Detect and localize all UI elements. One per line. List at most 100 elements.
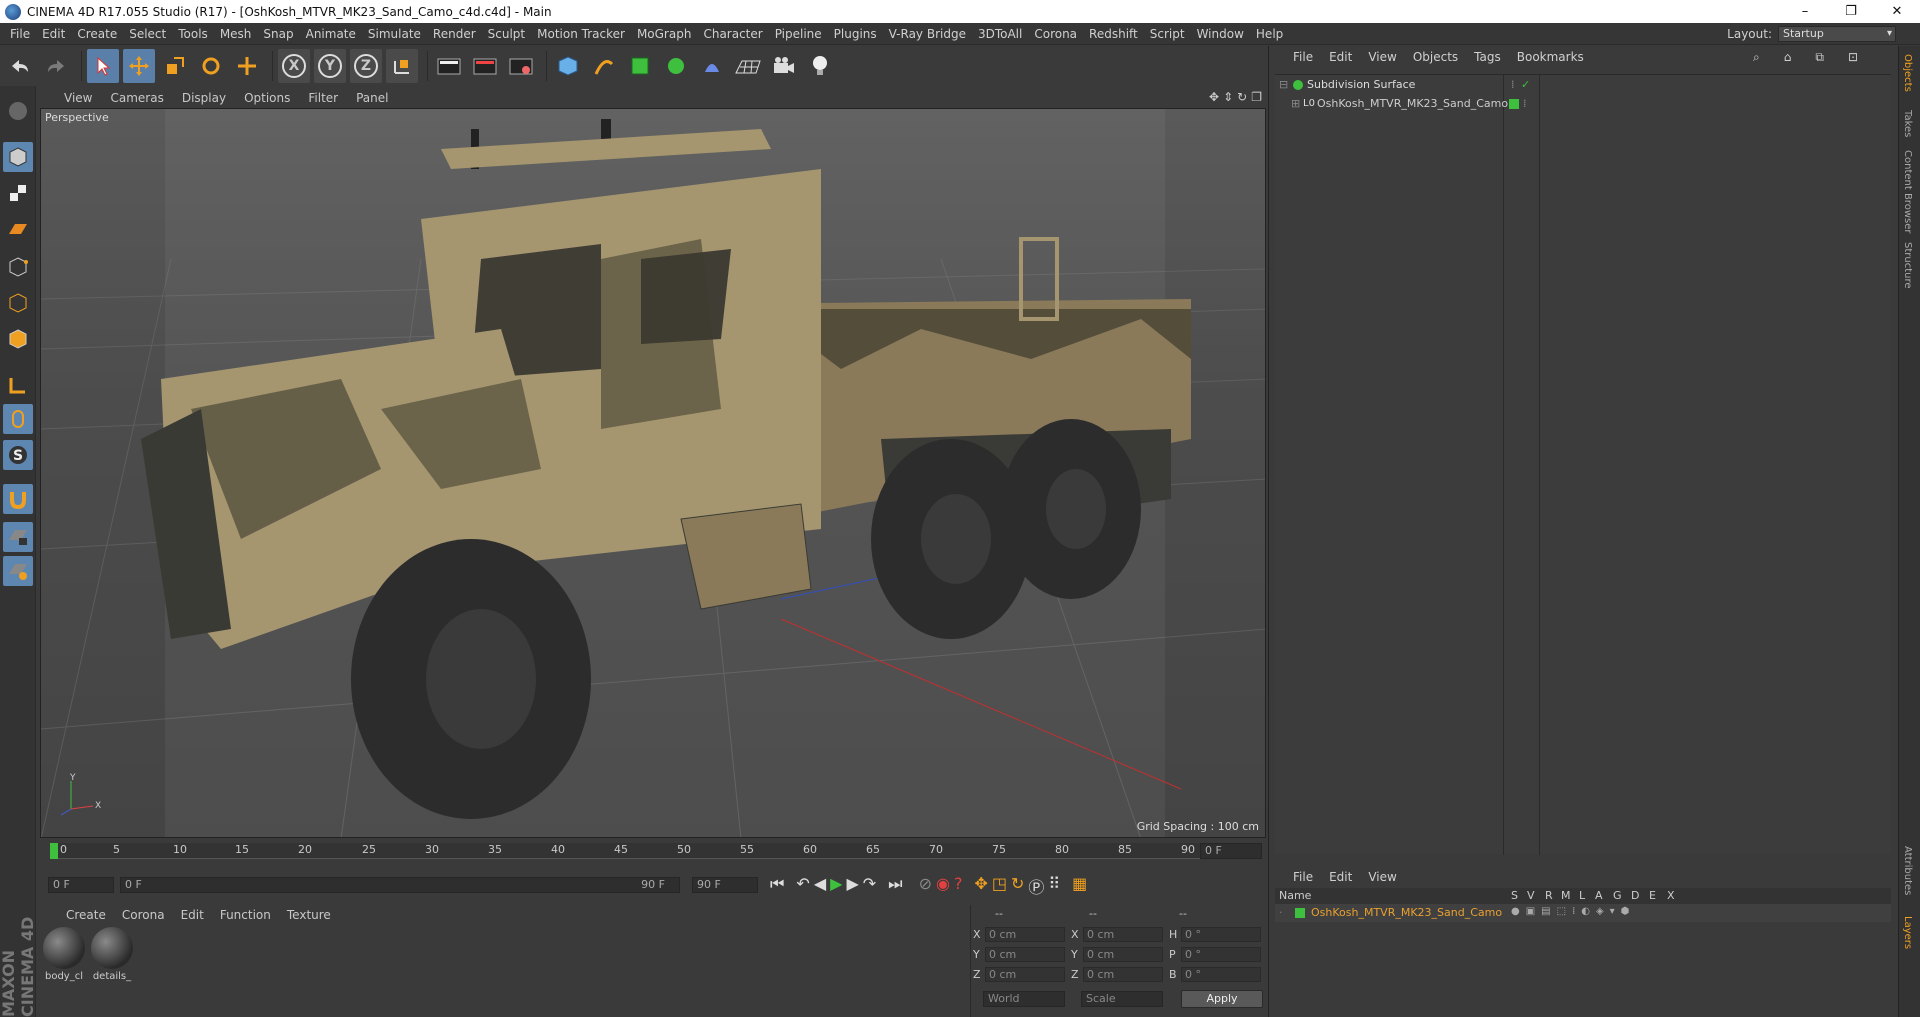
undo-icon[interactable] — [4, 49, 36, 83]
menu-corona[interactable]: Corona — [1028, 23, 1083, 45]
material-menu-edit[interactable]: Edit — [181, 908, 204, 922]
layer-col-expressions[interactable]: E — [1649, 889, 1656, 902]
layer-flags-icons[interactable]: ●▣▤⬚⁞◐◈▾⬢ — [1511, 906, 1635, 917]
visibility-toggle-icon[interactable]: ⁞ — [1511, 76, 1515, 94]
menu-window[interactable]: Window — [1191, 23, 1250, 45]
size-y-field[interactable]: 0 cm — [1083, 946, 1163, 962]
menu-create[interactable]: Create — [71, 23, 123, 45]
z-axis-lock-icon[interactable]: Z — [350, 49, 382, 83]
timeline-frame-field[interactable]: 0 F — [1200, 843, 1262, 859]
tab-structure[interactable]: Structure — [1902, 242, 1913, 289]
tweak-mode-icon[interactable] — [3, 404, 33, 434]
om-menu-file[interactable]: File — [1293, 50, 1313, 64]
lm-menu-view[interactable]: View — [1368, 870, 1396, 884]
menu-vray-bridge[interactable]: V-Ray Bridge — [883, 23, 972, 45]
layout-dropdown[interactable]: Startup — [1778, 26, 1896, 42]
home-icon[interactable]: ⌂ — [1784, 50, 1792, 65]
max-frame-field[interactable]: 90 F — [692, 877, 758, 893]
magnet-icon[interactable] — [3, 484, 33, 514]
viewport-menu-filter[interactable]: Filter — [308, 91, 338, 105]
cube-primitive-icon[interactable] — [552, 49, 584, 83]
menu-mesh[interactable]: Mesh — [214, 23, 258, 45]
minimize-button[interactable]: – — [1782, 0, 1828, 23]
om-menu-edit[interactable]: Edit — [1329, 50, 1352, 64]
menu-snap[interactable]: Snap — [257, 23, 299, 45]
material-menu-function[interactable]: Function — [220, 908, 271, 922]
restore-button[interactable]: ❐ — [1828, 0, 1874, 23]
perspective-viewport[interactable]: Y X Perspective Grid Spacing : 100 cm — [40, 108, 1266, 838]
live-selection-icon[interactable] — [87, 49, 119, 83]
apply-button[interactable]: Apply — [1181, 990, 1263, 1008]
coord-size-mode-dropdown[interactable]: Scale — [1081, 991, 1163, 1007]
material-swatch[interactable]: body_cl — [42, 927, 86, 982]
floor-icon[interactable] — [732, 49, 764, 83]
next-frame-icon[interactable]: ▶ — [846, 874, 858, 898]
om-menu-objects[interactable]: Objects — [1413, 50, 1458, 64]
material-swatch[interactable]: details_ — [90, 927, 134, 982]
render-view-icon[interactable] — [433, 49, 465, 83]
current-frame-field[interactable]: 0 F — [48, 877, 114, 893]
previous-frame-icon[interactable]: ◀ — [814, 874, 826, 898]
size-x-field[interactable]: 0 cm — [1083, 926, 1163, 942]
render-settings-icon[interactable] — [505, 49, 537, 83]
layer-name[interactable]: OshKosh_MTVR_MK23_Sand_Camo — [1311, 906, 1502, 919]
previous-key-icon[interactable]: ↶ — [796, 874, 809, 898]
timeline-ruler[interactable]: 0 5 10 15 20 25 30 35 40 45 50 55 60 65 … — [40, 840, 1266, 862]
light-icon[interactable] — [804, 49, 836, 83]
menu-script[interactable]: Script — [1144, 23, 1191, 45]
autokeying-icon[interactable]: ◉ — [936, 874, 950, 898]
menu-animate[interactable]: Animate — [300, 23, 362, 45]
scale-icon[interactable] — [159, 49, 191, 83]
position-z-field[interactable]: 0 cm — [985, 966, 1065, 982]
point-level-key-icon[interactable]: ⠿ — [1048, 874, 1060, 898]
layer-col-generators[interactable]: G — [1613, 889, 1622, 902]
viewport-menu-options[interactable]: Options — [244, 91, 290, 105]
material-menu-corona[interactable]: Corona — [122, 908, 165, 922]
coord-space-dropdown[interactable]: World — [983, 991, 1065, 1007]
layer-col-solo[interactable]: S — [1511, 889, 1518, 902]
layer-row[interactable]: · OshKosh_MTVR_MK23_Sand_Camo ●▣▤⬚⁞◐◈▾⬢ — [1275, 904, 1891, 922]
tab-layers[interactable]: Layers — [1902, 916, 1913, 949]
model-mode-icon[interactable] — [3, 142, 33, 172]
new-view-icon[interactable]: ⧉ — [1815, 50, 1824, 65]
coordinate-system-icon[interactable] — [386, 49, 418, 83]
layer-col-render[interactable]: R — [1545, 889, 1553, 902]
rotation-key-icon[interactable]: ↻ — [1011, 874, 1024, 898]
menu-3dtoall[interactable]: 3DToAll — [972, 23, 1028, 45]
x-axis-lock-icon[interactable]: X — [278, 49, 310, 83]
camera-icon[interactable] — [768, 49, 800, 83]
object-row[interactable]: ⊞ L0 OshKosh_MTVR_MK23_Sand_Camo ⁞ — [1275, 95, 1891, 113]
layer-col-manager[interactable]: M — [1561, 889, 1571, 902]
layer-color-swatch[interactable] — [1509, 99, 1519, 109]
viewport-menu-panel[interactable]: Panel — [356, 91, 388, 105]
frame-range-slider[interactable]: 0 F 90 F — [120, 877, 680, 893]
menu-plugins[interactable]: Plugins — [828, 23, 883, 45]
material-menu-texture[interactable]: Texture — [287, 908, 331, 922]
workplane-icon[interactable] — [3, 214, 33, 244]
position-y-field[interactable]: 0 cm — [985, 946, 1065, 962]
lm-menu-edit[interactable]: Edit — [1329, 870, 1352, 884]
edges-mode-icon[interactable] — [3, 288, 33, 318]
record-keys-icon[interactable]: ⊘ — [919, 874, 932, 898]
viewport-maximize-icon[interactable]: ❐ — [1251, 90, 1262, 104]
menu-edit[interactable]: Edit — [36, 23, 71, 45]
make-editable-icon[interactable] — [3, 96, 33, 126]
menu-character[interactable]: Character — [697, 23, 768, 45]
polygons-mode-icon[interactable] — [3, 324, 33, 354]
viewport-rotate-icon[interactable]: ↻ — [1237, 90, 1247, 104]
scale-key-icon[interactable]: ◳ — [992, 874, 1007, 898]
visibility-toggle-icon[interactable]: ⁞ — [1523, 95, 1527, 113]
viewport-menu-view[interactable]: View — [64, 91, 92, 105]
parameter-key-icon[interactable]: Ⓟ — [1028, 874, 1044, 898]
layer-color-swatch[interactable] — [1295, 908, 1305, 918]
layer-col-xref[interactable]: X — [1667, 889, 1675, 902]
tab-objects[interactable]: Objects — [1902, 54, 1913, 92]
object-row[interactable]: ⊟ Subdivision Surface ⁞ ✓ — [1275, 76, 1891, 94]
material-menu-create[interactable]: Create — [66, 908, 106, 922]
keyframe-selection-icon[interactable]: ? — [954, 874, 963, 898]
y-axis-lock-icon[interactable]: Y — [314, 49, 346, 83]
redo-icon[interactable] — [40, 49, 72, 83]
timeline-window-icon[interactable]: ▦ — [1072, 874, 1087, 898]
enabled-check-icon[interactable]: ✓ — [1521, 76, 1530, 94]
undock-icon[interactable]: ⊡ — [1848, 50, 1858, 65]
